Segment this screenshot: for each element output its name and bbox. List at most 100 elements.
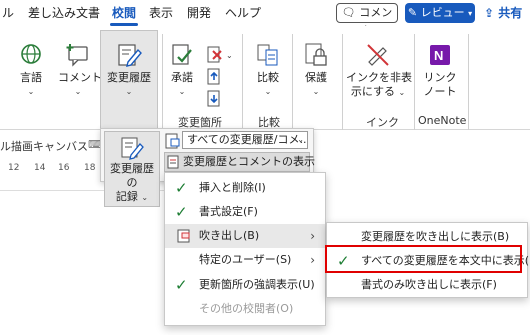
share-icon: ⇪ <box>484 6 495 20</box>
share-button[interactable]: ⇪ 共有 <box>484 3 530 23</box>
menu-item-balloons[interactable]: 吹き出し(B) › <box>165 224 325 248</box>
chevron-down-icon: ⌄ <box>125 87 133 96</box>
share-label: 共有 <box>498 6 523 20</box>
chevron-down-icon: ⌄ <box>297 135 304 144</box>
tab-view[interactable]: 表示 <box>149 4 173 21</box>
lock-icon <box>303 42 329 68</box>
language-label: 言語 <box>20 71 42 84</box>
compare-icon <box>255 42 281 68</box>
svg-text:N: N <box>434 48 443 63</box>
menu-item-label: 特定のユーザー(S) <box>199 253 292 266</box>
chevron-down-icon: ⌄ <box>298 157 305 166</box>
show-markup-button[interactable]: 変更履歴とコメントの表示 ⌄ <box>164 152 315 172</box>
checkmark-icon: ✓ <box>175 203 188 221</box>
chevron-down-icon: ⌄ <box>27 87 35 96</box>
menu-item-formatting[interactable]: ✓ 書式設定(F) <box>165 200 325 224</box>
review-mode-button[interactable]: ✎ レビュー ▾ <box>405 3 475 23</box>
language-button[interactable]: 言語 ⌄ <box>14 42 48 99</box>
compare-button[interactable]: 比較 ⌄ <box>252 42 284 99</box>
separator <box>162 34 163 130</box>
hide-ink-button[interactable]: インクを非表 示にする ⌄ <box>346 42 412 100</box>
menu-item-specific-people[interactable]: 特定のユーザー(S) › <box>165 248 325 272</box>
hide-ink-label-1: インクを非表 <box>346 71 412 84</box>
ruler: 12 14 16 18 <box>0 163 102 177</box>
linked-notes-label-1: リンク <box>423 71 457 84</box>
menu-item-label: 更新箇所の強調表示(U) <box>199 278 315 291</box>
tab-layout-partial[interactable]: ル <box>2 4 14 21</box>
menu-item-label: 書式設定(F) <box>199 205 258 218</box>
submenu-item-label: 書式のみ吹き出しに表示(F) <box>361 278 497 291</box>
linked-notes-label-2: ノート <box>423 85 457 98</box>
display-for-review-icon <box>165 133 181 149</box>
menu-item-other-authors: その他の校閲者(O) <box>165 297 325 321</box>
chevron-down-icon: ⌄ <box>178 87 186 96</box>
ruler-tick: 12 <box>8 163 20 173</box>
onenote-icon: N <box>427 42 453 68</box>
previous-change-button[interactable] <box>204 68 226 86</box>
menu-item-label: その他の校閲者(O) <box>199 302 294 315</box>
record-label-2-wrap: 記録 ⌄ <box>105 190 159 205</box>
separator <box>342 34 343 130</box>
hide-ink-icon <box>365 42 391 68</box>
ruler-tick: 18 <box>84 163 96 173</box>
separator <box>242 34 243 130</box>
group-label-onenote: OneNote <box>418 114 467 127</box>
record-label-1: 変更履歴の <box>110 162 154 189</box>
language-icon <box>18 42 44 68</box>
reject-button[interactable]: ⌄ <box>204 46 234 64</box>
hide-ink-label-2-wrap: 示にする ⌄ <box>346 85 410 100</box>
document-page <box>0 190 164 335</box>
linked-notes-button[interactable]: N リンク ノート <box>418 42 462 99</box>
hide-ink-label-2: 示にする <box>350 85 395 98</box>
separator <box>292 34 293 130</box>
chevron-right-icon: › <box>310 229 315 243</box>
chevron-down-icon: ⌄ <box>312 87 320 96</box>
review-mode-label: レビュー <box>420 6 465 19</box>
comments-button[interactable]: 🗨 コメント <box>336 3 398 37</box>
accept-label: 承諾 <box>171 71 193 84</box>
protect-label: 保護 <box>305 71 327 84</box>
menu-item-insertions-deletions[interactable]: ✓ 挿入と削除(I) <box>165 176 325 200</box>
protect-button[interactable]: 保護 ⌄ <box>300 42 332 99</box>
markup-dropdown-value: すべての変更履歴/コメ... <box>187 133 308 146</box>
balloons-icon <box>177 229 190 243</box>
chevron-down-icon: ⌄ <box>264 87 272 96</box>
chevron-down-icon: ▾ <box>468 9 473 18</box>
record-label-2: 記録 <box>115 190 138 203</box>
reject-icon: ⌄ <box>207 46 233 63</box>
separator <box>468 34 469 130</box>
checkmark-icon: ✓ <box>175 179 188 197</box>
tab-mailings[interactable]: 差し込み文書 <box>28 4 100 21</box>
show-markup-label: 変更履歴とコメントの表示 <box>183 155 315 168</box>
new-comment-icon <box>65 42 91 68</box>
highlight-box <box>325 245 522 273</box>
track-changes-label: 変更履歴 <box>107 71 151 84</box>
track-changes-icon <box>116 42 142 68</box>
accept-button[interactable]: 承諾 ⌄ <box>166 42 198 99</box>
next-change-button[interactable] <box>204 90 226 108</box>
comment-button[interactable]: コメント ⌄ <box>58 42 102 99</box>
tab-developer[interactable]: 開発 <box>187 4 211 21</box>
menu-item-highlight-updates[interactable]: ✓ 更新箇所の強調表示(U) <box>165 273 325 297</box>
separator <box>414 34 415 130</box>
tab-review[interactable]: 校閲 <box>109 4 139 26</box>
ruler-tick: 14 <box>34 163 46 173</box>
tab-help[interactable]: ヘルプ <box>225 4 261 21</box>
submenu-item-formatting-only-in-balloons[interactable]: 書式のみ吹き出しに表示(F) <box>327 273 527 297</box>
menu-item-label: 挿入と削除(I) <box>199 181 266 194</box>
chevron-down-icon: ⌄ <box>74 87 82 96</box>
comment-label: コメント <box>58 71 102 84</box>
pencil-icon: ✎ <box>407 6 418 19</box>
drawing-canvas-label: ル描画キャンバス <box>0 140 88 153</box>
track-changes-icon <box>120 136 144 160</box>
track-changes-record-button[interactable]: 変更履歴の 記録 ⌄ <box>104 131 160 207</box>
compare-label: 比較 <box>257 71 279 84</box>
previous-change-icon <box>207 68 220 85</box>
show-markup-icon <box>167 155 179 169</box>
show-markup-menu: ✓ 挿入と削除(I) ✓ 書式設定(F) 吹き出し(B) › 特定のユーザー(S… <box>164 172 326 326</box>
menu-item-label: 吹き出し(B) <box>199 229 260 242</box>
track-changes-label-group: 変更履歴 ⌄ <box>100 42 158 99</box>
chevron-down-icon: ⌄ <box>398 88 406 97</box>
markup-dropdown[interactable]: すべての変更履歴/コメ... ⌄ <box>182 131 308 149</box>
ruler-tick: 16 <box>58 163 70 173</box>
